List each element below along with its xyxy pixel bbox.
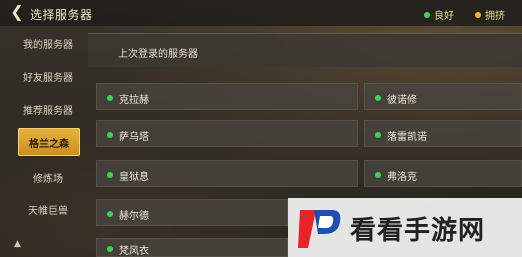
server-name: 克拉赫	[119, 95, 149, 106]
sidebar-item-friend-servers[interactable]: 好友服务器	[12, 61, 84, 91]
server-name: 落雷凯诺	[387, 132, 427, 143]
sidebar-item-recommended[interactable]: 推荐服务器	[12, 94, 84, 124]
legend-busy-label: 拥挤	[485, 11, 505, 22]
status-dot-icon	[375, 172, 381, 178]
server-item[interactable]: 克拉赫	[96, 83, 358, 110]
sidebar-item-training-ground[interactable]: 修炼场	[12, 162, 84, 192]
sidebar-item-my-servers[interactable]: 我的服务器	[12, 28, 84, 58]
server-name: 皇狱息	[119, 172, 149, 183]
green-dot-icon	[424, 11, 430, 18]
status-dot-icon	[107, 132, 113, 138]
orange-dot-icon	[475, 11, 481, 18]
legend-good: 良好	[424, 7, 454, 22]
server-item[interactable]: 皇狱息	[96, 160, 358, 187]
server-item[interactable]: 落雷凯诺	[364, 120, 522, 147]
server-name: 赫尔德	[119, 211, 149, 222]
server-name: 萨乌塔	[119, 132, 149, 143]
page-title: 选择服务器	[30, 8, 93, 22]
server-item[interactable]: 赫尔德	[96, 199, 288, 226]
sidebar-item-skyvault-behemoth[interactable]: 天帷巨兽	[12, 194, 84, 224]
server-item[interactable]: 萨乌塔	[96, 120, 358, 147]
status-dot-icon	[107, 95, 113, 101]
top-bar: ❮ 选择服务器 良好 拥挤	[0, 0, 522, 26]
status-dot-icon	[107, 211, 113, 217]
legend-busy: 拥挤	[475, 7, 505, 22]
server-item[interactable]: 彼诺修	[364, 83, 522, 110]
server-name: 梵风衣	[119, 246, 149, 257]
server-item[interactable]: 弗洛克	[364, 160, 522, 187]
status-dot-icon	[107, 246, 113, 252]
watermark-text: 看看手游网	[350, 216, 486, 246]
status-dot-icon	[375, 95, 381, 101]
status-dot-icon	[107, 172, 113, 178]
legend-good-label: 良好	[434, 11, 454, 22]
back-arrow-icon[interactable]: ❮	[8, 3, 26, 21]
section-title: 上次登录的服务器	[118, 49, 198, 60]
triangle-icon: ▲	[14, 239, 21, 249]
watermark: 看看手游网	[288, 198, 522, 257]
watermark-logo-icon	[298, 210, 341, 248]
server-name: 弗洛克	[387, 172, 417, 183]
sidebar: 我的服务器 好友服务器 推荐服务器 格兰之森 修炼场 天帷巨兽	[0, 26, 84, 257]
server-item[interactable]: 梵风衣	[96, 238, 288, 257]
status-dot-icon	[375, 132, 381, 138]
sidebar-item-gran-forest[interactable]: 格兰之森	[18, 128, 80, 156]
server-name: 彼诺修	[387, 95, 417, 106]
last-login-section: 上次登录的服务器	[88, 33, 522, 67]
